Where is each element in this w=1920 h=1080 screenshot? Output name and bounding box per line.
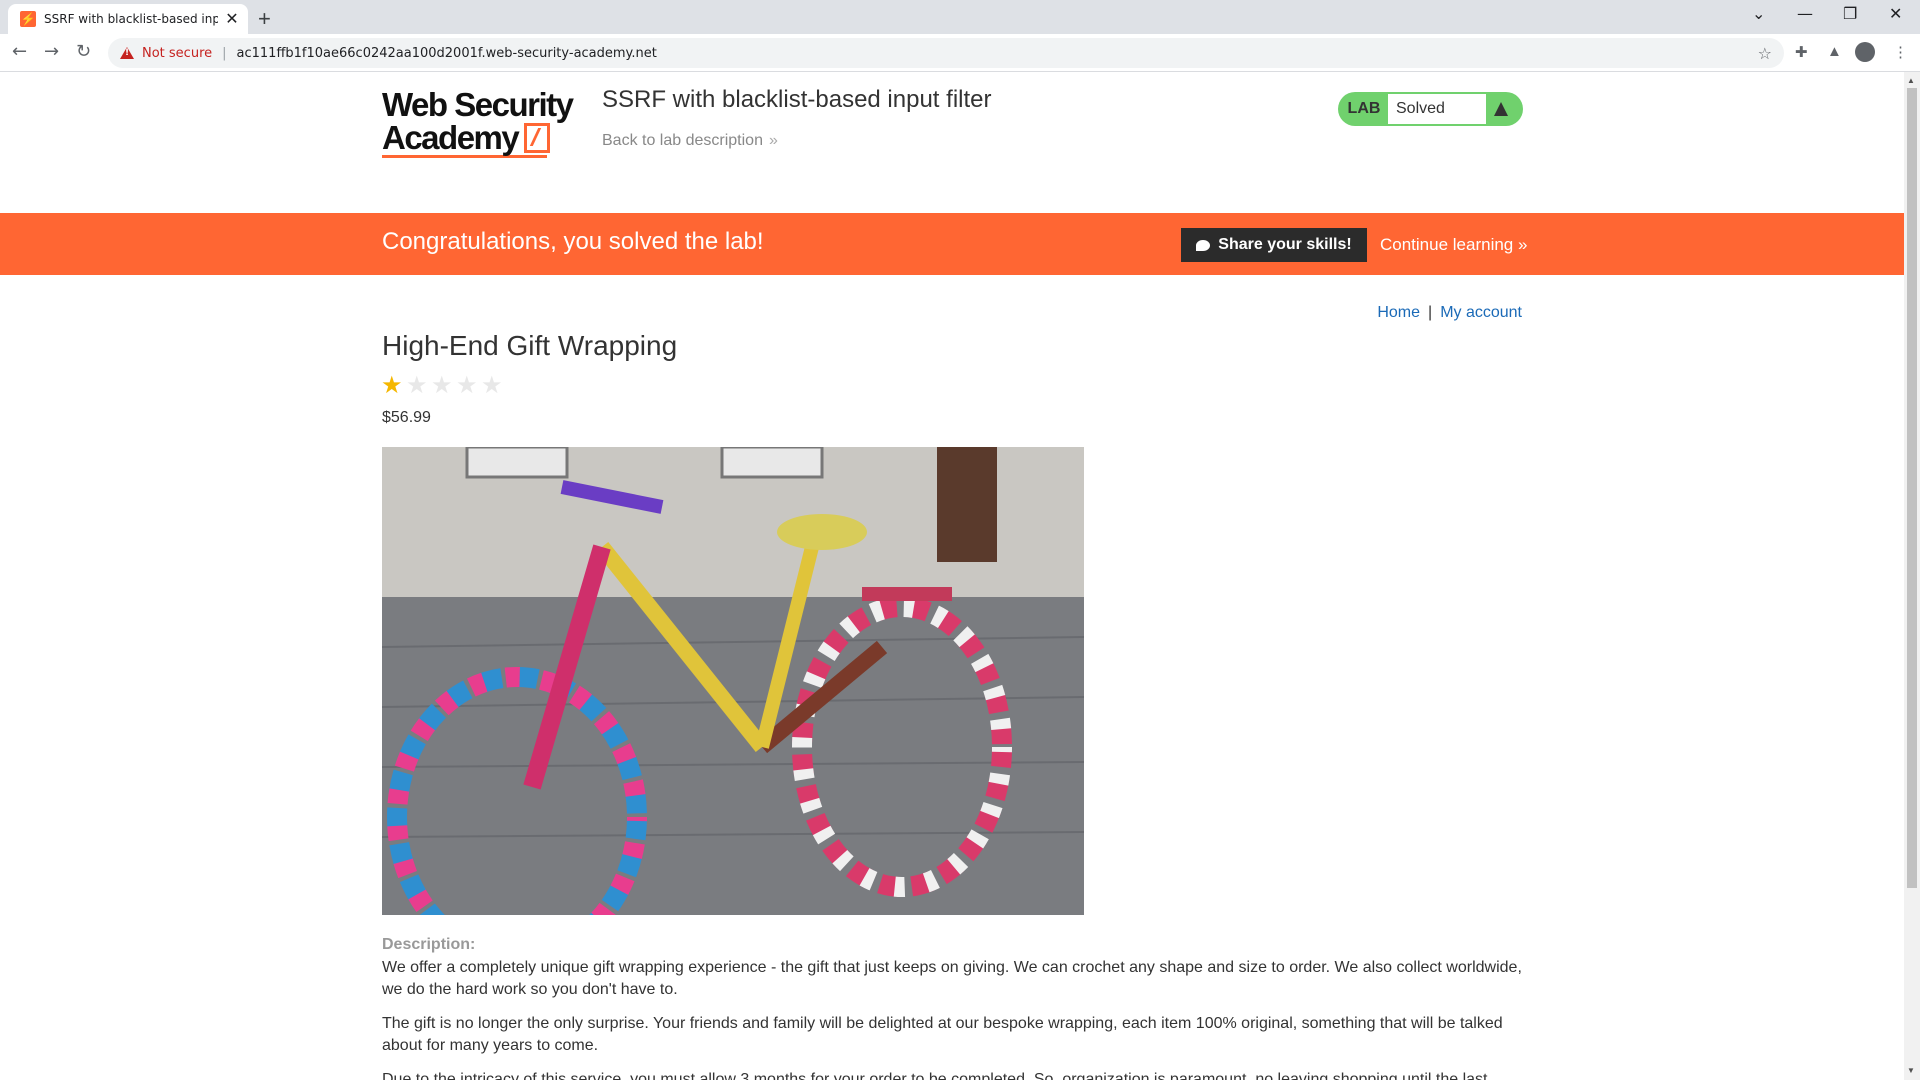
lab-title: SSRF with blacklist-based input filter	[602, 86, 992, 113]
my-account-link[interactable]: My account	[1440, 304, 1522, 321]
menu-icon[interactable]: ⋮	[1893, 43, 1908, 61]
top-nav: Home | My account	[1377, 304, 1522, 322]
extensions-icon[interactable]: ✚	[1795, 43, 1808, 61]
logo-line-1: Web Security	[382, 86, 574, 123]
logo-bolt-icon	[524, 122, 551, 153]
url-separator: |	[222, 45, 227, 61]
warning-icon	[120, 47, 134, 59]
product-image	[382, 447, 1084, 915]
tab-title: SSRF with blacklist-based input f	[44, 12, 218, 26]
star-icon: ★	[406, 372, 428, 399]
browser-tab-strip: ⚡ SSRF with blacklist-based input f ✕ + …	[0, 0, 1920, 34]
browser-toolbar: ← → ↻ Not secure | ac111ffb1f10ae66c0242…	[0, 34, 1920, 72]
new-tab-button[interactable]: +	[258, 6, 271, 32]
share-label: Share your skills!	[1218, 236, 1352, 253]
lab-tag: LAB	[1347, 100, 1381, 117]
lab-state: Solved	[1388, 94, 1486, 124]
lab-extension-icon[interactable]: ▲	[1827, 43, 1842, 60]
solved-banner: Congratulations, you solved the lab! Sha…	[0, 213, 1904, 275]
yarn-bombed-bicycle-image	[382, 447, 1084, 915]
twitter-bird-icon	[1196, 239, 1211, 251]
share-skills-button[interactable]: Share your skills!	[1181, 228, 1367, 262]
nav-separator: |	[1428, 304, 1433, 321]
scroll-down-icon[interactable]: ▼	[1907, 1066, 1915, 1075]
tab-close-icon[interactable]: ✕	[224, 9, 240, 29]
page-content: Web Security Academy SSRF with blacklist…	[0, 72, 1904, 1080]
lab-status-widget: LAB Solved	[1338, 92, 1523, 126]
product-price: $56.99	[382, 409, 431, 426]
star-icon: ★	[431, 372, 453, 399]
address-bar[interactable]: Not secure | ac111ffb1f10ae66c0242aa100d…	[108, 38, 1784, 68]
continue-learning-link[interactable]: Continue learning »	[1380, 235, 1527, 255]
flask-icon	[1486, 94, 1516, 124]
star-icon: ★	[456, 372, 478, 399]
browser-tab[interactable]: ⚡ SSRF with blacklist-based input f ✕	[8, 4, 248, 34]
scrollbar-thumb[interactable]	[1907, 88, 1917, 888]
back-icon[interactable]: ←	[12, 41, 27, 62]
scroll-up-icon[interactable]: ▲	[1907, 76, 1915, 85]
tab-search-icon[interactable]: ⌄	[1752, 4, 1765, 23]
double-chevron-icon: »	[768, 132, 778, 149]
description-paragraph: Due to the intricacy of this service, yo…	[382, 1071, 1488, 1080]
restore-icon[interactable]: ❐	[1843, 4, 1857, 23]
url-text[interactable]: ac111ffb1f10ae66c0242aa100d2001f.web-sec…	[237, 46, 1758, 61]
continue-label: Continue learning	[1380, 235, 1514, 254]
logo-line-2: Academy	[382, 119, 520, 156]
page-scrollbar[interactable]: ▲ ▼	[1904, 72, 1920, 1080]
minimize-icon[interactable]: —	[1797, 4, 1813, 23]
back-link-label: Back to lab description	[602, 132, 763, 149]
reload-icon[interactable]: ↻	[76, 41, 91, 62]
back-to-lab-description-link[interactable]: Back to lab description »	[602, 132, 778, 150]
window-close-icon[interactable]: ✕	[1889, 4, 1902, 23]
web-security-academy-logo[interactable]: Web Security Academy	[382, 88, 582, 158]
star-icon: ★	[481, 372, 503, 399]
congratulations-message: Congratulations, you solved the lab!	[382, 228, 764, 255]
favicon-icon: ⚡	[20, 11, 36, 27]
description-paragraph: The gift is no longer the only surprise.…	[382, 1015, 1503, 1054]
not-secure-label: Not secure	[142, 45, 213, 61]
product-title: High-End Gift Wrapping	[382, 330, 678, 361]
profile-avatar[interactable]	[1855, 42, 1875, 62]
description-label: Description:	[382, 936, 476, 953]
double-chevron-icon: »	[1518, 235, 1528, 254]
star-icon: ★	[381, 372, 403, 399]
description-paragraph: We offer a completely unique gift wrappi…	[382, 959, 1522, 998]
product-rating: ★ ★ ★ ★ ★	[381, 374, 506, 398]
forward-icon[interactable]: →	[44, 41, 59, 62]
home-link[interactable]: Home	[1377, 304, 1420, 321]
bookmark-star-icon[interactable]: ☆	[1758, 44, 1772, 63]
